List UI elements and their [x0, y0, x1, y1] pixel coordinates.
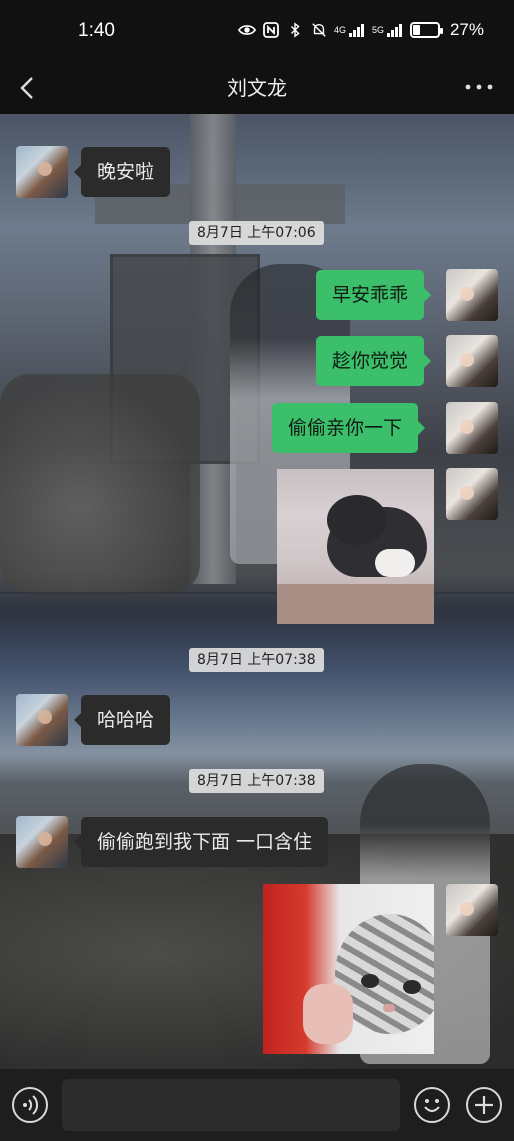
- cat-head: [327, 495, 387, 545]
- message-input[interactable]: [62, 1079, 400, 1131]
- message-bubble-outgoing[interactable]: 趁你觉觉: [316, 336, 432, 386]
- self-avatar[interactable]: [446, 335, 498, 387]
- self-avatar[interactable]: [446, 402, 498, 454]
- emoji-button[interactable]: [414, 1087, 450, 1123]
- signal-2-icon: [386, 24, 402, 37]
- self-avatar[interactable]: [446, 884, 498, 936]
- cat-paw: [375, 549, 415, 577]
- contact-avatar[interactable]: [16, 694, 68, 746]
- chat-area[interactable]: 晚安啦 8月7日 上午07:06 早安乖乖 趁你觉觉 偷偷亲你一下 8月7日 上…: [0, 114, 514, 1069]
- cat-sticker[interactable]: [263, 884, 434, 1054]
- chat-title: 刘文龙: [227, 76, 287, 100]
- message-timestamp: 8月7日 上午07:06: [189, 221, 324, 245]
- mute-bell-icon: [312, 23, 326, 37]
- battery-fill: [412, 25, 420, 35]
- more-dots-icon: [465, 84, 493, 90]
- cat-eye: [403, 980, 421, 994]
- message-bubble-incoming[interactable]: 偷偷跑到我下面 一口含住: [73, 817, 329, 867]
- message-timestamp: 8月7日 上午07:38: [189, 769, 324, 793]
- message-bubble-incoming[interactable]: 哈哈哈: [73, 695, 171, 745]
- background-photo: [0, 374, 200, 594]
- cat-sticker[interactable]: [277, 469, 434, 624]
- status-time: 1:40: [78, 20, 115, 41]
- more-button[interactable]: [462, 72, 496, 102]
- voice-button[interactable]: [12, 1087, 48, 1123]
- status-bar: 1:40 4G 5G 27%: [0, 0, 514, 62]
- self-avatar[interactable]: [446, 269, 498, 321]
- message-bubble-incoming[interactable]: 晚安啦: [73, 147, 171, 197]
- battery-percent: 27%: [449, 20, 484, 39]
- battery-icon: [409, 22, 443, 38]
- eye-icon: [237, 25, 256, 35]
- signal-2-label: 5G: [371, 25, 384, 35]
- finger: [303, 984, 353, 1044]
- input-bar: [0, 1069, 514, 1141]
- signal-1-label: 4G: [333, 25, 346, 35]
- status-icons: 4G 5G 27%: [237, 20, 484, 40]
- signal-1-icon: [348, 24, 364, 37]
- message-timestamp: 8月7日 上午07:38: [189, 648, 324, 672]
- background-photo: [0, 592, 514, 594]
- contact-avatar[interactable]: [16, 816, 68, 868]
- bluetooth-icon: [290, 22, 300, 38]
- emoji-icon: [424, 1099, 440, 1112]
- cat-nose: [383, 1004, 395, 1012]
- self-avatar[interactable]: [446, 468, 498, 520]
- message-bubble-outgoing[interactable]: 早安乖乖: [316, 270, 432, 320]
- chat-header: 刘文龙: [0, 62, 514, 114]
- plus-icon: [475, 1096, 493, 1114]
- sticker-floor: [277, 584, 434, 624]
- message-bubble-outgoing[interactable]: 偷偷亲你一下: [272, 403, 426, 453]
- plus-button[interactable]: [466, 1087, 502, 1123]
- cat-eye: [361, 974, 379, 988]
- contact-avatar[interactable]: [16, 146, 68, 198]
- nfc-icon: [263, 22, 279, 38]
- voice-icon: [23, 1095, 39, 1115]
